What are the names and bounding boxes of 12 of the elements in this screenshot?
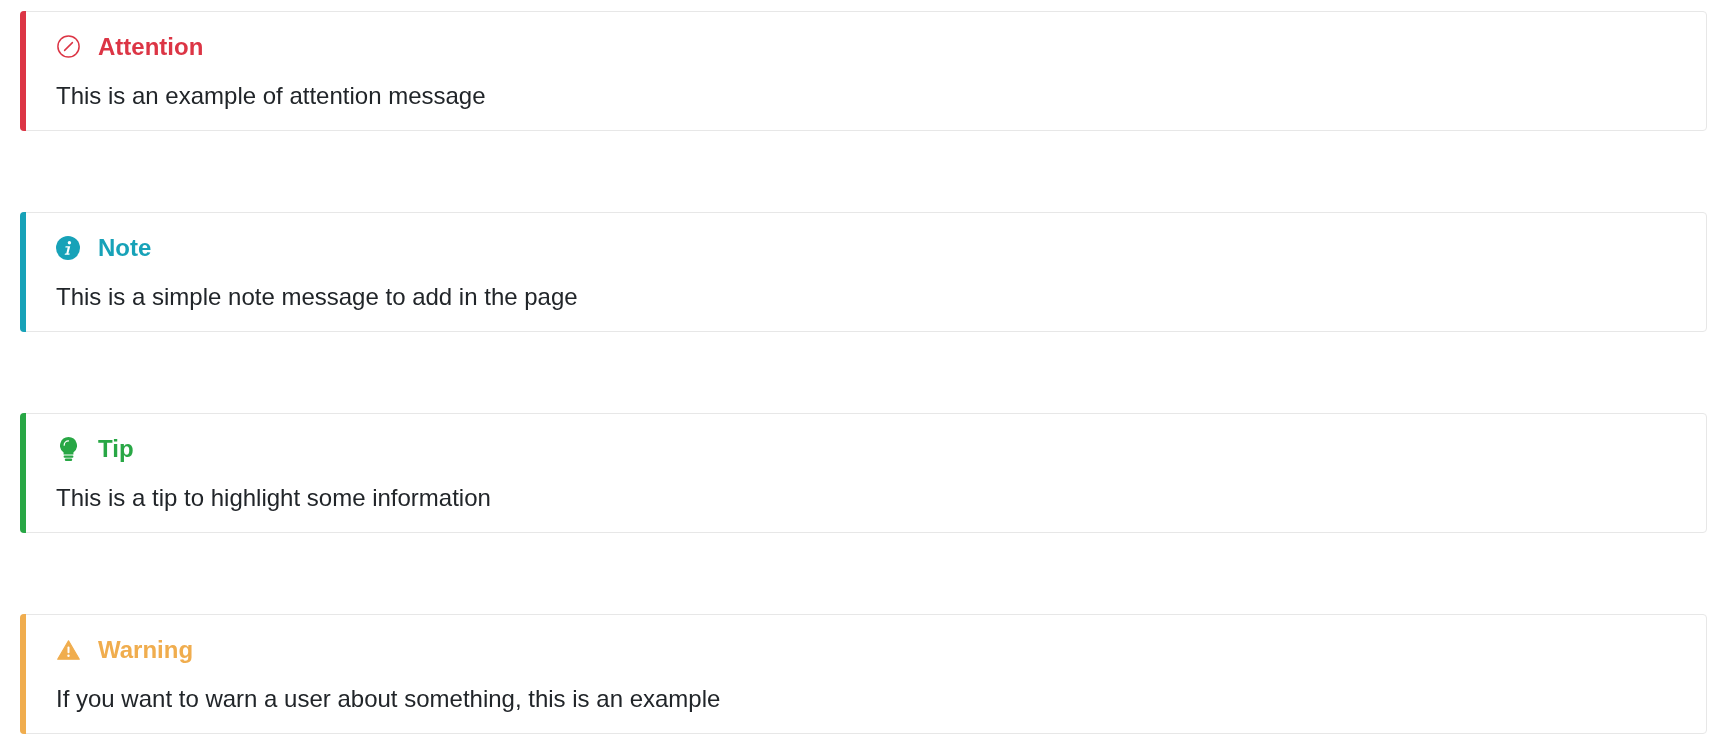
callout-message: If you want to warn a user about something, this is an example <box>56 684 722 713</box>
callout-message: This is an example of attention message <box>56 81 487 110</box>
lightbulb-icon <box>59 436 77 461</box>
callout-message: This is a simple note message to add in the page <box>56 282 579 311</box>
info-icon <box>56 235 80 260</box>
callout-message: This is a tip to highlight some information <box>56 483 492 512</box>
ban-icon <box>56 35 80 58</box>
callout-title: Warning <box>98 635 194 664</box>
callout-title: Attention <box>98 32 204 61</box>
callout-title: Note <box>98 233 152 262</box>
warning-icon <box>56 639 80 660</box>
callout-title: Tip <box>98 434 134 463</box>
